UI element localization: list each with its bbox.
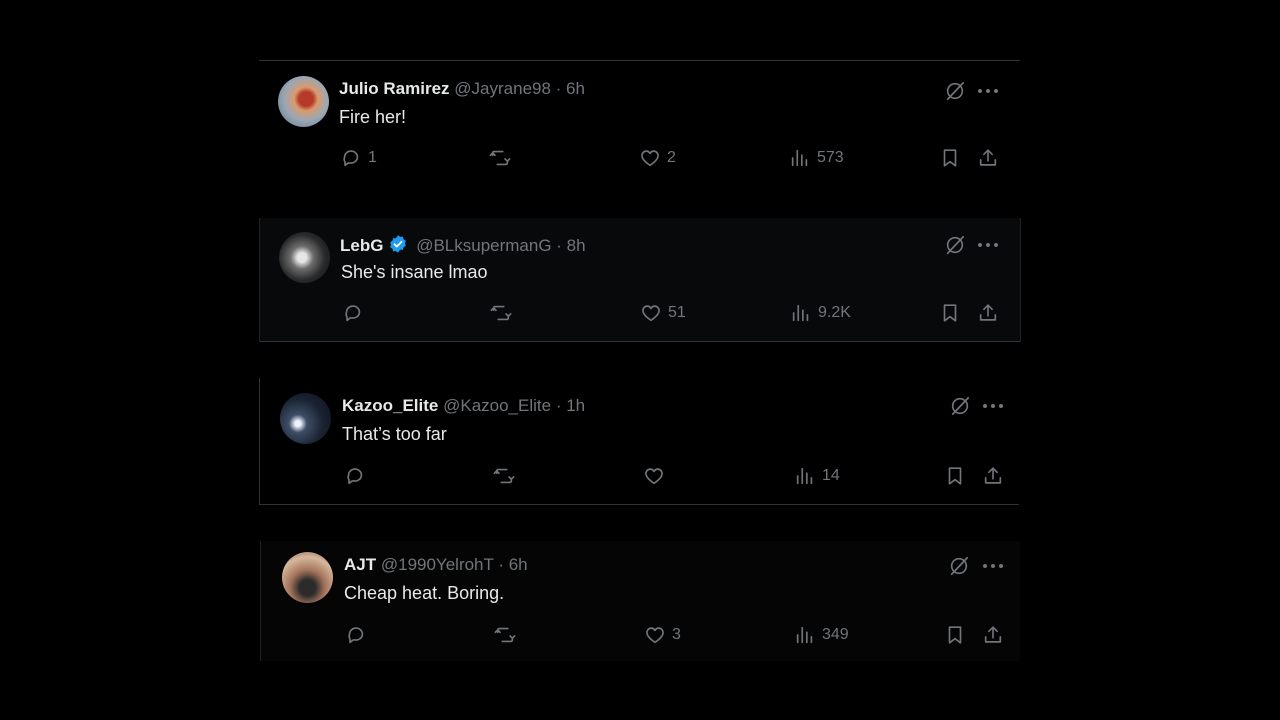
grok-icon[interactable]	[944, 80, 966, 102]
more-icon[interactable]	[977, 241, 999, 249]
more-icon[interactable]	[982, 562, 1004, 570]
reply-button[interactable]	[344, 464, 372, 488]
views-button[interactable]: 349	[794, 623, 849, 647]
share-icon	[984, 626, 1002, 643]
tweet-header: AJT @1990YelrohT · 6h	[344, 555, 528, 575]
reply-tweet[interactable]: Julio Ramirez @Jayrane98 · 6h Fire her! …	[259, 61, 1020, 191]
display-name[interactable]: LebG	[340, 236, 383, 255]
bookmark-icon	[948, 626, 962, 644]
views-button[interactable]: 573	[789, 146, 844, 170]
reply-tweet[interactable]: AJT @1990YelrohT · 6h Cheap heat. Boring…	[260, 541, 1020, 661]
avatar[interactable]	[280, 393, 331, 444]
bookmark-button[interactable]	[944, 623, 966, 647]
share-button[interactable]	[982, 464, 1004, 488]
reply-icon	[343, 150, 359, 167]
reply-button[interactable]: 1	[340, 146, 377, 170]
avatar[interactable]	[282, 552, 333, 603]
like-button[interactable]	[643, 464, 671, 488]
heart-icon	[642, 305, 660, 322]
heart-icon	[641, 150, 659, 167]
views-button[interactable]: 9.2K	[790, 301, 851, 325]
bookmark-button[interactable]	[939, 146, 961, 170]
tweet-text: Cheap heat. Boring.	[344, 583, 505, 603]
reply-tweet[interactable]: Kazoo_Elite @Kazoo_Elite · 1h That’s too…	[259, 378, 1019, 505]
share-button[interactable]	[977, 301, 999, 325]
display-name[interactable]: AJT	[344, 555, 376, 574]
reply-button[interactable]	[345, 623, 373, 647]
view-count: 573	[817, 149, 844, 166]
retweet-button[interactable]	[493, 623, 523, 647]
share-icon	[979, 149, 997, 166]
retweet-icon	[489, 150, 511, 166]
share-button[interactable]	[977, 146, 999, 170]
grok-icon[interactable]	[949, 395, 971, 417]
views-icon	[796, 626, 813, 644]
like-button[interactable]: 3	[644, 623, 681, 647]
more-icon[interactable]	[982, 402, 1004, 410]
bookmark-button[interactable]	[939, 301, 961, 325]
views-icon	[796, 467, 813, 485]
user-handle[interactable]: @Kazoo_Elite	[443, 396, 551, 415]
timestamp[interactable]: · 6h	[556, 79, 585, 98]
tweet-text: She's insane lmao	[341, 262, 488, 282]
share-button[interactable]	[982, 623, 1004, 647]
views-icon	[792, 304, 809, 322]
tweet-header: LebG @BLksupermanG · 8h	[340, 234, 586, 256]
reply-icon	[348, 627, 364, 644]
like-count: 2	[667, 149, 676, 166]
bookmark-icon	[948, 467, 962, 485]
tweet-text: That’s too far	[342, 424, 447, 444]
tweet-header: Kazoo_Elite @Kazoo_Elite · 1h	[342, 396, 585, 416]
views-button[interactable]: 14	[794, 464, 840, 488]
share-icon	[979, 304, 997, 321]
user-handle[interactable]: @Jayrane98	[454, 79, 551, 98]
retweet-icon	[493, 468, 515, 484]
retweet-button[interactable]	[488, 146, 518, 170]
heart-icon	[646, 627, 664, 644]
retweet-button[interactable]	[492, 464, 522, 488]
reply-icon	[347, 468, 363, 485]
avatar[interactable]	[278, 76, 329, 127]
reply-count: 1	[368, 149, 377, 166]
bookmark-icon	[943, 149, 957, 167]
like-button[interactable]: 51	[640, 301, 686, 325]
view-count: 14	[822, 467, 840, 484]
retweet-button[interactable]	[489, 301, 519, 325]
tweet-text: Fire her!	[339, 107, 407, 127]
view-count: 9.2K	[818, 304, 851, 321]
reply-feed: Julio Ramirez @Jayrane98 · 6h Fire her! …	[0, 0, 1280, 720]
view-count: 349	[822, 626, 849, 643]
like-count: 3	[672, 626, 681, 643]
grok-icon[interactable]	[944, 234, 966, 256]
share-icon	[984, 467, 1002, 484]
views-icon	[791, 149, 808, 167]
like-count: 51	[668, 304, 686, 321]
avatar[interactable]	[279, 232, 330, 283]
timestamp[interactable]: · 8h	[556, 236, 585, 255]
user-handle[interactable]: @1990YelrohT	[381, 555, 494, 574]
bookmark-button[interactable]	[944, 464, 966, 488]
retweet-icon	[494, 627, 516, 643]
display-name[interactable]: Julio Ramirez	[339, 79, 450, 98]
more-icon[interactable]	[977, 87, 999, 95]
user-handle[interactable]: @BLksupermanG	[416, 236, 551, 255]
reply-icon	[345, 305, 361, 322]
tweet-header: Julio Ramirez @Jayrane98 · 6h	[339, 79, 585, 99]
heart-icon	[645, 468, 663, 485]
timestamp[interactable]: · 1h	[556, 396, 585, 415]
retweet-icon	[490, 305, 512, 321]
bookmark-icon	[943, 304, 957, 322]
timestamp[interactable]: · 6h	[498, 555, 527, 574]
verified-badge-icon[interactable]	[388, 234, 408, 254]
display-name[interactable]: Kazoo_Elite	[342, 396, 438, 415]
reply-tweet[interactable]: LebG @BLksupermanG · 8h She's insane lma…	[259, 218, 1021, 342]
grok-icon[interactable]	[948, 555, 970, 577]
like-button[interactable]: 2	[639, 146, 676, 170]
reply-button[interactable]	[342, 301, 370, 325]
